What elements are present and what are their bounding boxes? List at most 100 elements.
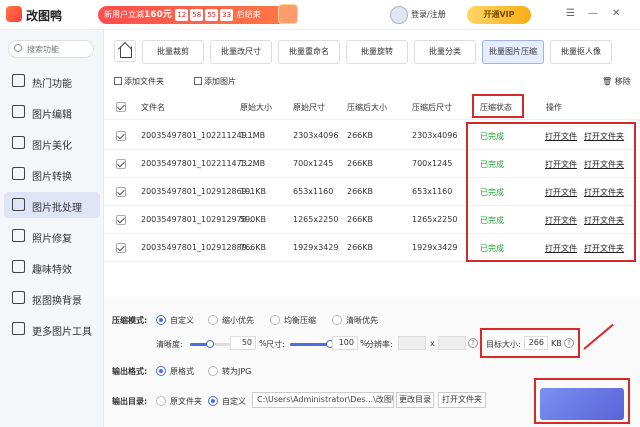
tab-batch-resize[interactable]: 批量改尺寸 (210, 40, 272, 64)
home-button[interactable] (114, 40, 136, 62)
row-dim: 653x1160 (293, 187, 334, 196)
row-size: 1.2MB (240, 159, 266, 168)
sidebar-search[interactable] (8, 40, 94, 58)
row-dim: 1929x3429 (293, 243, 339, 252)
clarity-knob[interactable] (206, 340, 214, 348)
sidebar-item-tools[interactable]: 更多图片工具 (4, 316, 100, 342)
promo-text: 新用户立减 (104, 10, 144, 19)
row-size: 590KB (240, 215, 267, 224)
target-size-highlight (480, 328, 580, 358)
sidebar-item-label: 抠图换背景 (32, 296, 82, 307)
gift-icon[interactable] (278, 4, 298, 24)
folder-add-icon (114, 77, 122, 85)
clarity-value[interactable]: 50 (230, 336, 256, 350)
size-slider[interactable] (290, 340, 334, 348)
sidebar-item-cutout[interactable]: 抠图换背景 (4, 285, 100, 311)
format-original-radio[interactable] (156, 366, 166, 376)
login-link[interactable]: 登录/注册 (411, 9, 446, 20)
tab-batch-compress[interactable]: 批量图片压缩 (482, 40, 544, 64)
tab-batch-classify[interactable]: 批量分类 (414, 40, 476, 64)
size-value[interactable]: 100 (332, 336, 358, 350)
dir-original-radio[interactable] (156, 396, 166, 406)
tab-batch-rotate[interactable]: 批量旋转 (346, 40, 408, 64)
sidebar-item-label: 热门功能 (32, 79, 72, 90)
row-dim: 1265x2250 (293, 215, 339, 224)
output-path-field[interactable]: C:\Users\Administrator\Des...\改图鸭 (252, 392, 394, 408)
row-checkbox[interactable] (116, 215, 126, 225)
resolution-width-input[interactable] (398, 336, 426, 350)
status-rows-highlight (466, 122, 636, 262)
menu-icon[interactable]: ☰ (566, 8, 575, 19)
batch-icon (12, 198, 25, 211)
tab-batch-portrait[interactable]: 批量抠人像 (550, 40, 612, 64)
sidebar: 热门功能 图片编辑 图片美化 图片转换 图片批处理 照片修复 趣味特效 抠图换背… (0, 30, 104, 427)
open-folder-button[interactable]: 打开文件夹 (438, 392, 486, 408)
mode-clear-radio[interactable] (332, 315, 342, 325)
image-add-icon (194, 77, 202, 85)
row-csize: 266KB (347, 215, 374, 224)
sidebar-item-hot[interactable]: 热门功能 (4, 68, 100, 94)
countdown-hours: 58 (190, 9, 204, 21)
select-all-checkbox[interactable] (116, 102, 126, 112)
promo-end: 后结束 (236, 10, 261, 19)
mode-small-radio[interactable] (208, 315, 218, 325)
sidebar-item-label: 图片转换 (32, 172, 72, 183)
remove-label: 移除 (614, 77, 631, 86)
start-button-highlight (534, 378, 630, 424)
output-dir-label: 输出目录: (112, 397, 148, 406)
add-image-button[interactable]: 添加图片 (194, 76, 236, 87)
row-dim: 700x1245 (293, 159, 334, 168)
row-cdim: 700x1245 (412, 159, 453, 168)
tab-batch-crop[interactable]: 批量裁剪 (142, 40, 204, 64)
sidebar-item-convert[interactable]: 图片转换 (4, 161, 100, 187)
row-csize: 266KB (347, 131, 374, 140)
sidebar-item-label: 图片批处理 (32, 203, 82, 214)
row-checkbox[interactable] (116, 159, 126, 169)
sidebar-item-effect[interactable]: 趣味特效 (4, 254, 100, 280)
minimize-icon[interactable]: — (588, 8, 598, 19)
vip-button[interactable]: 开通VIP (467, 6, 531, 24)
promo-banner[interactable]: 新用户立减160元 12 58 55 33 后结束 (98, 6, 298, 24)
row-cdim: 2303x4096 (412, 131, 458, 140)
remove-button[interactable]: 🗑 移除 (602, 76, 631, 87)
row-size: 191KB (240, 187, 267, 196)
row-checkbox[interactable] (116, 243, 126, 253)
sidebar-item-label: 趣味特效 (32, 265, 72, 276)
title-bar: 改图鸭 新用户立减160元 12 58 55 33 后结束 登录/注册 开通VIP ☰… (0, 0, 640, 30)
close-icon[interactable]: ✕ (612, 8, 620, 19)
search-input[interactable] (27, 43, 89, 55)
row-filename: 20035497801_102912869... (141, 187, 255, 196)
sidebar-item-label: 照片修复 (32, 234, 72, 245)
mode-custom-radio[interactable] (156, 315, 166, 325)
clarity-label: 清晰度: (156, 340, 183, 349)
help-icon[interactable]: ? (468, 338, 478, 348)
mode-balanced-label: 均衡压缩 (284, 316, 316, 325)
format-jpg-radio[interactable] (208, 366, 218, 376)
change-dir-button[interactable]: 更改目录 (396, 392, 434, 408)
tab-batch-rename[interactable]: 批量重命名 (278, 40, 340, 64)
dir-custom-radio[interactable] (208, 396, 218, 406)
add-folder-label: 添加文件夹 (124, 77, 164, 86)
row-checkbox[interactable] (116, 131, 126, 141)
clarity-track[interactable] (190, 340, 230, 348)
row-checkbox[interactable] (116, 187, 126, 197)
sidebar-item-beautify[interactable]: 图片美化 (4, 130, 100, 156)
row-filename: 20035497801_102912978... (141, 215, 255, 224)
clarity-slider[interactable] (190, 340, 214, 348)
sidebar-item-edit[interactable]: 图片编辑 (4, 99, 100, 125)
sidebar-item-batch[interactable]: 图片批处理 (4, 192, 100, 218)
avatar[interactable] (390, 6, 408, 24)
add-folder-button[interactable]: 添加文件夹 (114, 76, 164, 87)
size-track[interactable] (290, 340, 334, 348)
resolution-height-input[interactable] (438, 336, 466, 350)
beautify-icon (12, 136, 25, 149)
effect-icon (12, 260, 25, 273)
mode-clear-label: 清晰优先 (346, 316, 378, 325)
mode-balanced-radio[interactable] (270, 315, 280, 325)
row-size: 1.1MB (240, 131, 266, 140)
row-csize: 266KB (347, 243, 374, 252)
row-filename: 20035497801_102211249... (141, 131, 255, 140)
mode-label: 压缩模式: (112, 316, 148, 325)
start-compress-button[interactable] (540, 388, 624, 420)
sidebar-item-repair[interactable]: 照片修复 (4, 223, 100, 249)
